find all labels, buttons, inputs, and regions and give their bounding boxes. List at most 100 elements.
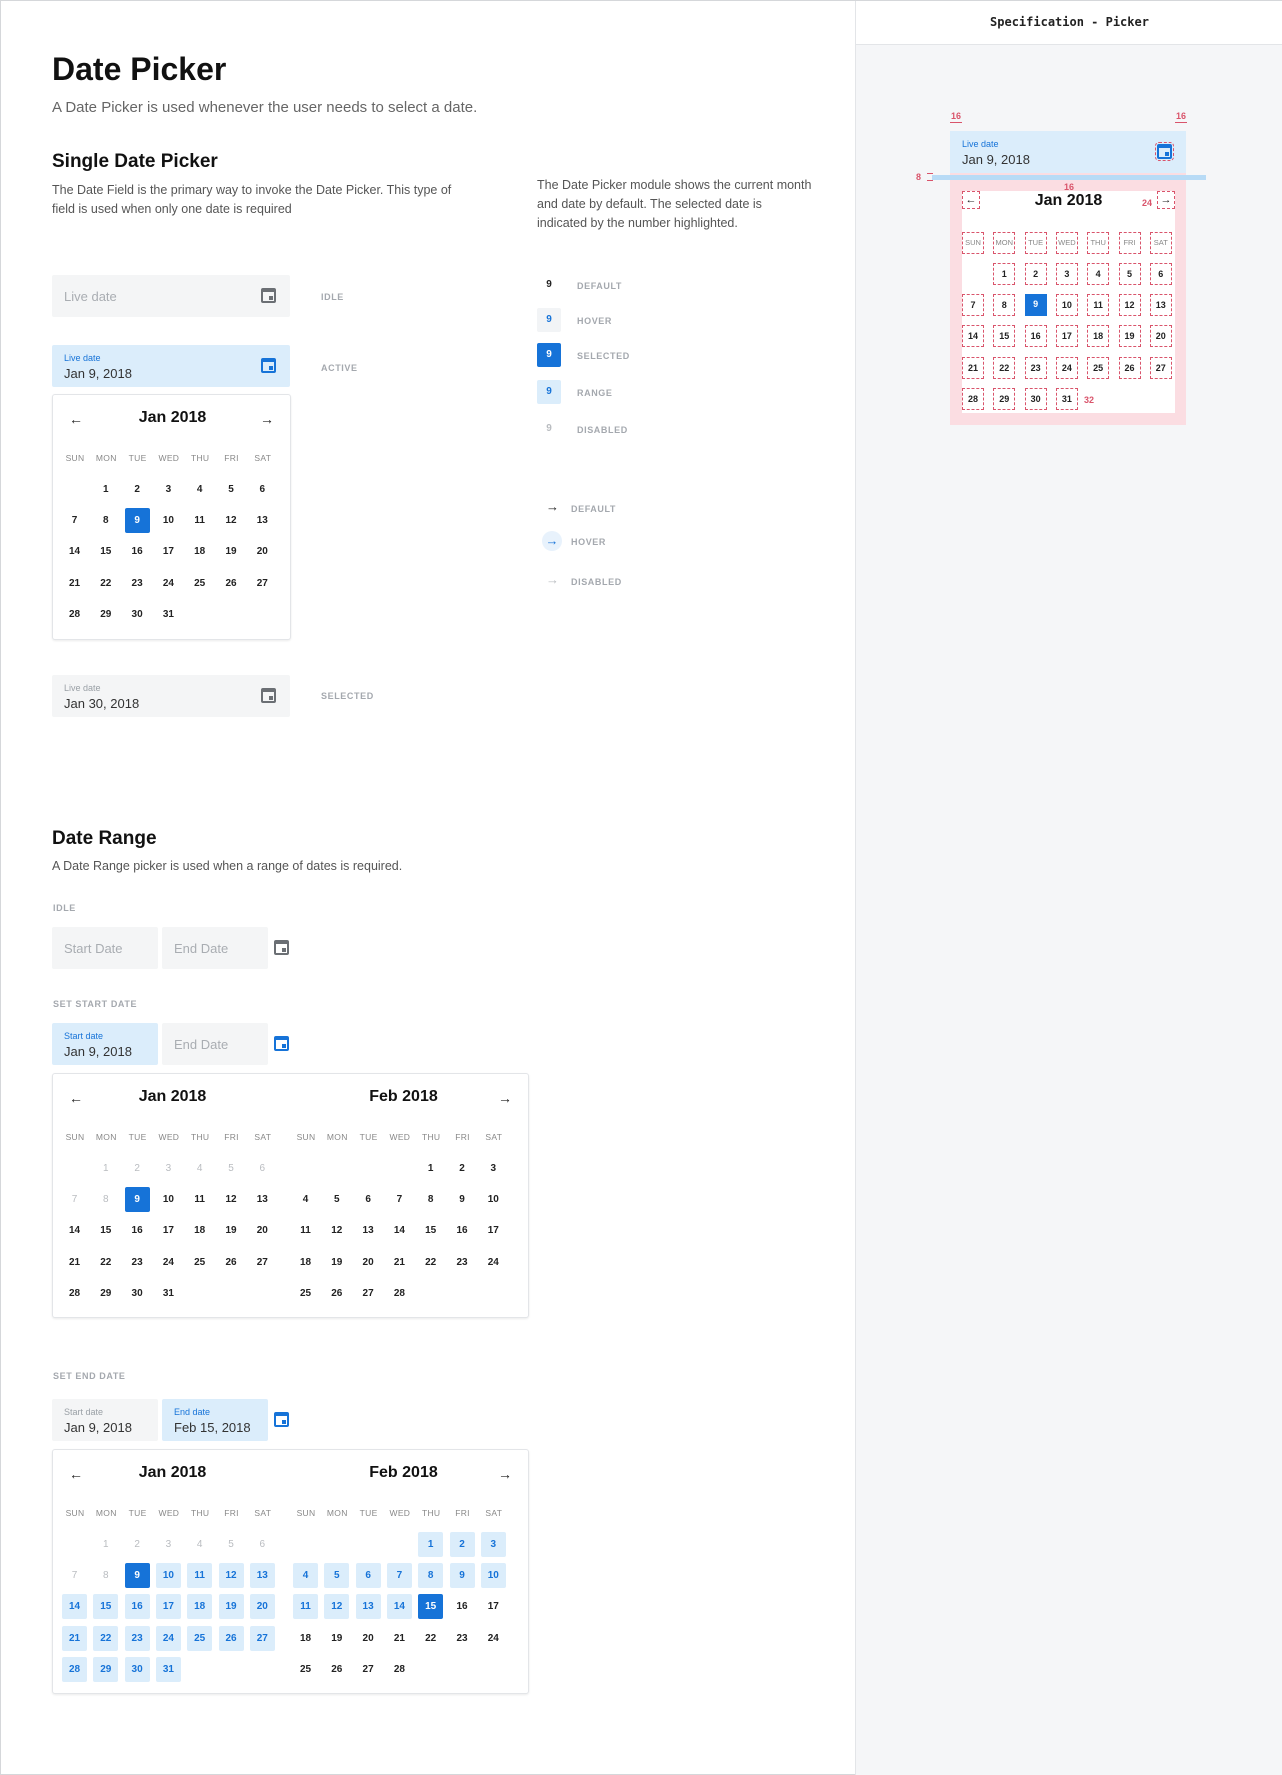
calendar-day[interactable]: 16 [450,1594,475,1619]
end-date-field[interactable]: End Date [162,927,268,969]
calendar-day[interactable]: 14 [62,1594,87,1620]
calendar-day[interactable]: 23 [450,1626,475,1651]
end-date-field[interactable]: End Date [162,1023,268,1065]
calendar-day[interactable]: 22 [93,1250,118,1275]
calendar-day[interactable]: 18 [187,1594,213,1620]
calendar-day[interactable]: 5 [219,1156,244,1181]
calendar-day[interactable]: 2 [125,477,150,502]
calendar-day[interactable]: 15 [418,1218,443,1243]
calendar-day[interactable]: 12 [324,1594,350,1620]
calendar-day[interactable]: 11 [293,1594,318,1620]
calendar-day[interactable]: 14 [387,1218,412,1243]
calendar-day[interactable]: 5 [219,1532,244,1557]
calendar-day[interactable]: 31 [155,1656,181,1682]
calendar-day[interactable]: 28 [387,1657,412,1682]
calendar-day[interactable]: 22 [418,1626,443,1651]
calendar-day[interactable]: 14 [62,539,87,564]
calendar-day[interactable]: 2 [125,1532,150,1557]
calendar-day[interactable]: 15 [93,1218,118,1243]
calendar-day[interactable]: 7 [387,1187,412,1212]
calendar-day[interactable]: 13 [356,1218,381,1243]
calendar-day[interactable]: 6 [356,1187,381,1212]
calendar-day[interactable]: 18 [293,1626,318,1651]
calendar-day[interactable]: 29 [93,602,118,627]
calendar-day[interactable]: 22 [93,571,118,596]
calendar-day[interactable]: 27 [356,1657,381,1682]
calendar-day[interactable]: 4 [187,1156,212,1181]
calendar-day[interactable]: 12 [219,508,244,533]
calendar-day[interactable]: 18 [187,1218,212,1243]
calendar-day[interactable]: 17 [481,1594,506,1619]
calendar-day[interactable]: 18 [293,1250,318,1275]
calendar-day[interactable]: 6 [355,1563,381,1589]
calendar-day[interactable]: 9 [124,1187,150,1213]
calendar-day[interactable]: 20 [356,1626,381,1651]
calendar-day[interactable]: 20 [250,539,275,564]
calendar-day[interactable]: 27 [250,1250,275,1275]
calendar-day[interactable]: 27 [249,1625,275,1651]
calendar-day[interactable]: 1 [93,1532,118,1557]
calendar-day[interactable]: 19 [324,1250,349,1275]
calendar-day[interactable]: 15 [418,1594,444,1620]
calendar-day[interactable]: 16 [450,1218,475,1243]
calendar-day[interactable]: 25 [187,1625,213,1651]
calendar-day[interactable]: 18 [187,539,212,564]
calendar-day[interactable]: 24 [481,1250,506,1275]
calendar-day[interactable]: 20 [250,1218,275,1243]
calendar-day[interactable]: 11 [187,1563,213,1589]
calendar-day[interactable]: 28 [62,1656,87,1682]
calendar-day[interactable]: 23 [450,1250,475,1275]
calendar-day[interactable]: 25 [293,1281,318,1306]
start-date-field[interactable]: Start date Jan 9, 2018 [52,1023,158,1065]
calendar-day[interactable]: 17 [156,1218,181,1243]
calendar-day[interactable]: 4 [187,477,212,502]
calendar-icon[interactable] [274,1036,289,1051]
calendar-day[interactable]: 7 [62,1187,87,1212]
calendar-icon[interactable] [274,940,289,955]
calendar-day[interactable]: 10 [156,508,181,533]
calendar-icon[interactable] [261,688,276,703]
calendar-day[interactable]: 11 [187,508,212,533]
calendar-day[interactable]: 27 [356,1281,381,1306]
calendar-day[interactable]: 21 [62,1625,87,1651]
calendar-day[interactable]: 30 [125,1281,150,1306]
date-field-idle[interactable]: Live date [52,275,290,317]
calendar-day[interactable]: 26 [218,1625,244,1651]
calendar-day[interactable]: 27 [250,571,275,596]
calendar-day[interactable]: 1 [93,1156,118,1181]
calendar-day[interactable]: 9 [450,1187,475,1212]
calendar-day[interactable]: 5 [324,1563,350,1589]
calendar-day[interactable]: 25 [187,1250,212,1275]
calendar-day[interactable]: 6 [250,477,275,502]
calendar-day[interactable]: 5 [219,477,244,502]
calendar-day[interactable]: 4 [293,1187,318,1212]
calendar-day[interactable]: 9 [124,508,150,534]
calendar-day[interactable]: 14 [386,1594,412,1620]
calendar-day[interactable]: 10 [156,1187,181,1212]
calendar-day[interactable]: 17 [155,1594,181,1620]
calendar-day[interactable]: 2 [450,1156,475,1181]
calendar-day[interactable]: 2 [125,1156,150,1181]
calendar-day[interactable]: 20 [356,1250,381,1275]
calendar-day[interactable]: 3 [480,1532,506,1557]
calendar-day[interactable]: 13 [355,1594,381,1620]
calendar-day[interactable]: 3 [481,1156,506,1181]
calendar-day[interactable]: 10 [480,1563,506,1589]
calendar-day[interactable]: 28 [62,1281,87,1306]
calendar-icon[interactable] [261,358,276,373]
arrow-right-icon[interactable]: → [495,1088,515,1108]
calendar-day[interactable]: 26 [324,1657,349,1682]
calendar-day[interactable]: 24 [155,1625,181,1651]
calendar-day[interactable]: 28 [387,1281,412,1306]
calendar-day[interactable]: 8 [93,508,118,533]
calendar-day[interactable]: 13 [250,508,275,533]
calendar-day[interactable]: 30 [124,1656,150,1682]
calendar-day[interactable]: 7 [62,1563,87,1588]
calendar-day[interactable]: 13 [249,1563,275,1589]
calendar-day[interactable]: 19 [219,539,244,564]
start-date-field[interactable]: Start date Jan 9, 2018 [52,1399,158,1441]
calendar-day[interactable]: 9 [124,1563,150,1589]
calendar-day[interactable]: 22 [418,1250,443,1275]
calendar-day[interactable]: 10 [481,1187,506,1212]
calendar-day[interactable]: 12 [324,1218,349,1243]
